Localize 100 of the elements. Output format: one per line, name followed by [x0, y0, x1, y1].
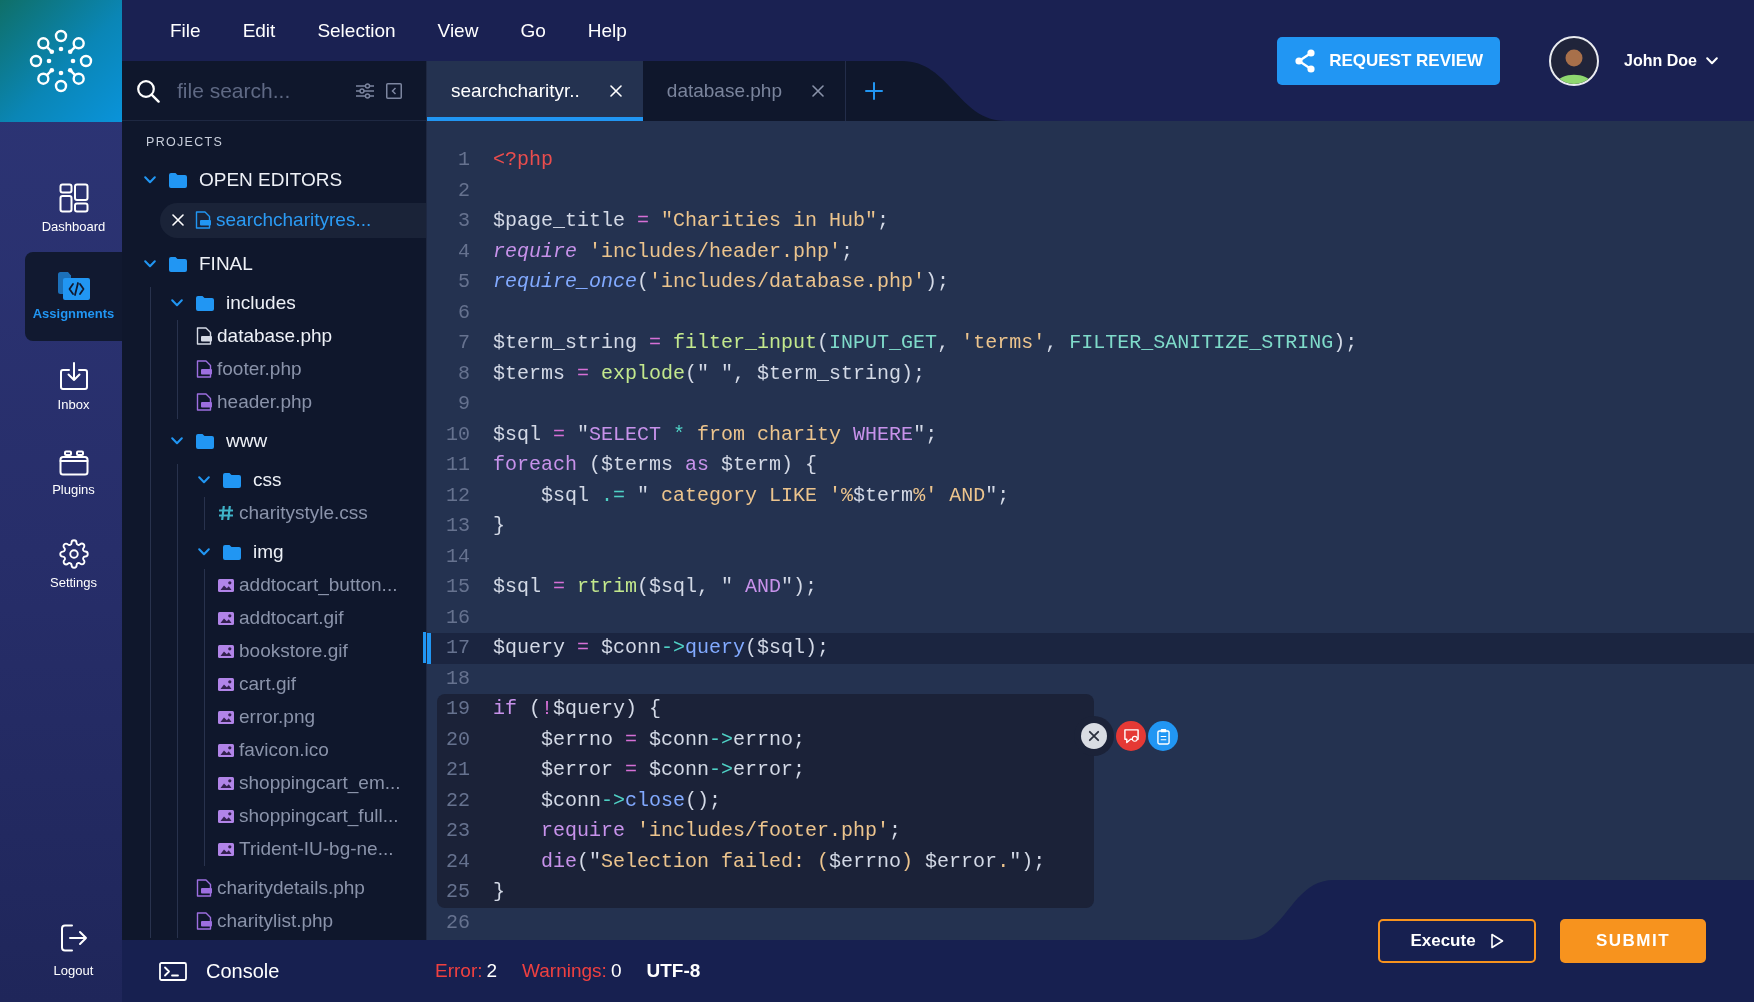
line-number: 4: [458, 239, 470, 263]
console-button[interactable]: Console: [159, 959, 280, 983]
image-icon: [218, 842, 234, 856]
copy-button[interactable]: [1148, 721, 1178, 751]
folder-name[interactable]: img: [253, 541, 284, 563]
file-name[interactable]: addtocart.gif: [239, 607, 344, 629]
new-tab-button[interactable]: [846, 61, 902, 121]
sidebar-item[interactable]: Dashboard: [25, 163, 122, 252]
php-file-icon: [196, 327, 212, 345]
sliders-icon[interactable]: [356, 82, 374, 99]
image-icon: [218, 776, 234, 790]
line-number: 23: [446, 819, 470, 842]
inbox-icon: [58, 361, 89, 391]
folder-name[interactable]: includes: [226, 292, 296, 314]
sidebar-item[interactable]: Plugins: [25, 430, 122, 519]
line-number: 15: [446, 575, 470, 598]
folder-icon: [196, 433, 214, 449]
menu-item[interactable]: Go: [520, 19, 546, 42]
code-line: $conn->close();: [540, 787, 722, 814]
image-icon: [218, 743, 234, 757]
scrollbar-thumb[interactable]: [423, 632, 426, 663]
line-number: 19: [446, 697, 470, 720]
code-line: $page_title = "Charities in Hub";: [493, 208, 890, 234]
chevron-down-icon[interactable]: [171, 437, 183, 445]
php-file-icon: [196, 360, 212, 378]
file-name[interactable]: favicon.ico: [239, 739, 329, 761]
menu-item[interactable]: Selection: [317, 19, 396, 42]
file-name[interactable]: shoppingcart_full...: [239, 805, 399, 827]
file-name[interactable]: database.php: [217, 325, 333, 347]
file-name[interactable]: charitystyle.css: [239, 502, 368, 524]
menu-item[interactable]: File: [170, 19, 201, 42]
chevron-down-icon[interactable]: [198, 548, 210, 556]
search-bar[interactable]: file search...: [122, 61, 427, 121]
chevron-down-icon[interactable]: [171, 299, 183, 307]
php-file-icon: [195, 211, 211, 229]
file-name[interactable]: Trident-IU-bg-ne...: [239, 838, 394, 860]
plugin-icon: [58, 450, 89, 476]
folder-name[interactable]: FINAL: [199, 253, 253, 275]
line-number: 14: [446, 544, 470, 568]
collapse-panel-icon[interactable]: [386, 82, 402, 99]
chevron-down-icon[interactable]: [144, 176, 156, 184]
file-name[interactable]: bookstore.gif: [239, 640, 348, 662]
chevron-down-icon[interactable]: [144, 260, 156, 268]
code-line: $error = $conn->error;: [540, 757, 806, 783]
code-line: $term_string = filter_input(INPUT_GET, 'terms', FILTER_SANITIZE_STRING);: [493, 330, 1358, 356]
php-file-icon: [196, 879, 212, 897]
folder-name[interactable]: www: [226, 430, 268, 452]
code-line: $query = $conn->query($sql);: [493, 635, 830, 661]
open-editor-item[interactable]: searchcharityres...: [160, 202, 426, 238]
image-icon: [218, 644, 234, 658]
folder-icon: [223, 544, 241, 560]
sidebar-item[interactable]: Settings: [25, 519, 122, 608]
file-name[interactable]: footer.php: [217, 358, 302, 380]
warning-count: Warnings: 0: [522, 960, 622, 982]
menu-item[interactable]: Edit: [242, 19, 276, 42]
code-line: require 'includes/footer.php';: [540, 818, 902, 844]
code-line: require 'includes/header.php';: [493, 238, 854, 265]
menu-item[interactable]: Help: [587, 19, 627, 42]
logout-button[interactable]: Logout: [25, 923, 122, 979]
close-icon[interactable]: [812, 85, 824, 97]
file-name[interactable]: cart.gif: [239, 673, 297, 695]
line-number: 7: [458, 331, 470, 354]
hash-icon: [218, 505, 234, 521]
line-number: 21: [446, 758, 470, 781]
user-menu-button[interactable]: John Doe: [1624, 51, 1718, 70]
comment-button[interactable]: [1116, 721, 1146, 751]
line-number: 2: [458, 178, 470, 202]
line-number: 26: [446, 910, 470, 934]
code-line: $sql .= " category LIKE '%$term%' AND";: [540, 482, 1010, 509]
editor-tab[interactable]: database.php: [642, 61, 845, 121]
menu-item[interactable]: View: [437, 19, 479, 42]
line-number: 22: [446, 788, 470, 812]
chat-bubble-icon: [1122, 728, 1140, 744]
line-number: 6: [458, 300, 470, 324]
share-icon: [1294, 48, 1317, 73]
code-folder-icon: [57, 272, 90, 300]
user-avatar[interactable]: [1549, 35, 1600, 86]
sidebar-item[interactable]: Assignments: [25, 252, 122, 341]
line-number: 25: [446, 880, 470, 903]
folder-name[interactable]: css: [253, 469, 282, 491]
chevron-down-icon[interactable]: [198, 476, 210, 484]
file-name[interactable]: error.png: [239, 706, 316, 728]
logo-icon[interactable]: [0, 0, 122, 122]
editor-tab[interactable]: searchcharityr..: [427, 61, 643, 121]
line-number: 17: [446, 636, 470, 659]
file-name[interactable]: searchcharityres...: [216, 209, 372, 231]
search-field[interactable]: file search...: [177, 75, 332, 106]
file-name[interactable]: shoppingcart_em...: [239, 772, 401, 794]
folder-icon: [196, 295, 214, 311]
file-name[interactable]: charitydetails.php: [217, 877, 365, 899]
close-icon: [1081, 723, 1107, 749]
sidebar-item[interactable]: Inbox: [25, 341, 122, 430]
folder-icon: [223, 472, 241, 488]
file-name[interactable]: header.php: [217, 391, 313, 413]
execute-button[interactable]: Execute: [1378, 919, 1536, 963]
file-name[interactable]: charitylist.php: [217, 910, 334, 932]
folder-name[interactable]: OPEN EDITORS: [199, 169, 343, 191]
image-icon: [218, 809, 234, 823]
file-name[interactable]: addtocart_button...: [239, 574, 398, 596]
code-line: require_once('includes/database.php');: [493, 269, 950, 295]
